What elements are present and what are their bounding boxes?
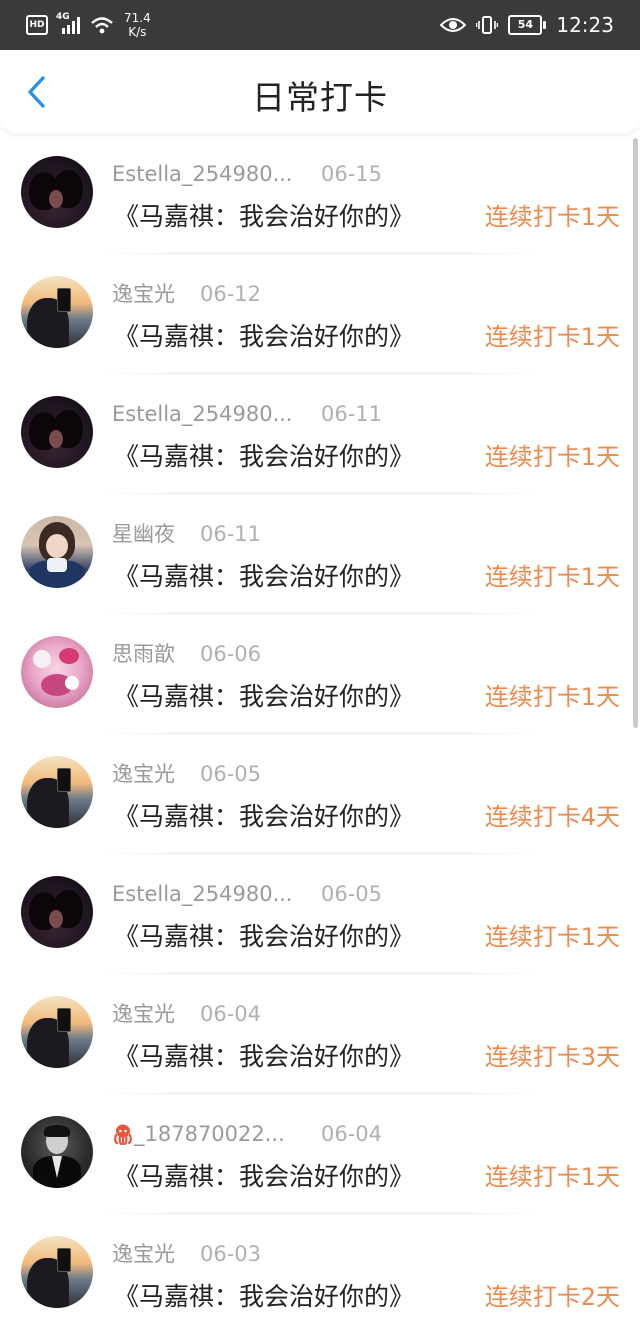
- username[interactable]: Estella_254980...: [112, 880, 293, 908]
- octopus-icon: [114, 1124, 132, 1145]
- book-title[interactable]: 《马嘉祺：我会治好你的》: [114, 1280, 414, 1314]
- checkin-list: Estella_254980... 06-15 《马嘉祺：我会治好你的》 连续打…: [0, 134, 640, 1334]
- username: _187870022...: [134, 1122, 285, 1146]
- network-speed-value: 71.4: [124, 11, 151, 25]
- username-with-emoji[interactable]: _187870022...: [112, 1120, 285, 1148]
- checkin-row[interactable]: 逸宝光 06-03 《马嘉祺：我会治好你的》 连续打卡2天: [0, 1214, 640, 1334]
- streak-label: 连续打卡2天: [484, 1283, 620, 1311]
- checkin-row[interactable]: 逸宝光 06-05 《马嘉祺：我会治好你的》 连续打卡4天: [0, 734, 640, 854]
- page-title: 日常打卡: [252, 78, 388, 117]
- checkin-date: 06-06: [200, 642, 262, 666]
- book-title[interactable]: 《马嘉祺：我会治好你的》: [114, 1040, 414, 1074]
- book-title[interactable]: 《马嘉祺：我会治好你的》: [114, 440, 414, 474]
- checkin-row[interactable]: Estella_254980... 06-11 《马嘉祺：我会治好你的》 连续打…: [0, 374, 640, 494]
- signal-icon: 4G: [56, 12, 82, 35]
- username[interactable]: Estella_254980...: [112, 400, 293, 428]
- checkin-date: 06-04: [321, 1122, 383, 1146]
- avatar[interactable]: [21, 1236, 93, 1308]
- book-title[interactable]: 《马嘉祺：我会治好你的》: [114, 1160, 414, 1194]
- streak-label: 连续打卡1天: [484, 443, 620, 471]
- top-nav-bar: 日常打卡: [0, 50, 640, 134]
- book-title[interactable]: 《马嘉祺：我会治好你的》: [114, 560, 414, 594]
- status-bar-left: HD 4G 71.4 K/s: [26, 10, 151, 40]
- book-title[interactable]: 《马嘉祺：我会治好你的》: [114, 920, 414, 954]
- streak-label: 连续打卡1天: [484, 1163, 620, 1191]
- network-speed: 71.4 K/s: [124, 11, 151, 39]
- streak-label: 连续打卡1天: [484, 683, 620, 711]
- status-bar: HD 4G 71.4 K/s 54 12:23: [0, 0, 640, 50]
- streak-label: 连续打卡1天: [484, 203, 620, 231]
- checkin-row[interactable]: 逸宝光 06-12 《马嘉祺：我会治好你的》 连续打卡1天: [0, 254, 640, 374]
- checkin-date: 06-05: [321, 882, 383, 906]
- checkin-date: 06-05: [200, 762, 262, 786]
- checkin-date: 06-04: [200, 1002, 262, 1026]
- username[interactable]: 逸宝光: [112, 760, 175, 788]
- username[interactable]: Estella_254980...: [112, 160, 293, 188]
- avatar[interactable]: [21, 156, 93, 228]
- avatar[interactable]: [21, 276, 93, 348]
- scrollbar[interactable]: [633, 138, 638, 728]
- streak-label: 连续打卡3天: [484, 1043, 620, 1071]
- checkin-date: 06-12: [200, 282, 262, 306]
- username[interactable]: 思雨歆: [112, 640, 175, 668]
- avatar[interactable]: [21, 876, 93, 948]
- checkin-date: 06-11: [200, 522, 262, 546]
- checkin-row[interactable]: _187870022... 06-04 《马嘉祺：我会治好你的》 连续打卡1天: [0, 1094, 640, 1214]
- network-gen-label: 4G: [56, 12, 70, 22]
- username[interactable]: 逸宝光: [112, 280, 175, 308]
- username[interactable]: 逸宝光: [112, 1240, 175, 1268]
- book-title[interactable]: 《马嘉祺：我会治好你的》: [114, 800, 414, 834]
- avatar[interactable]: [21, 636, 93, 708]
- checkin-row[interactable]: 逸宝光 06-04 《马嘉祺：我会治好你的》 连续打卡3天: [0, 974, 640, 1094]
- status-time: 12:23: [556, 13, 614, 37]
- network-speed-unit: K/s: [128, 25, 147, 39]
- book-title[interactable]: 《马嘉祺：我会治好你的》: [114, 200, 414, 234]
- username[interactable]: 星幽夜: [112, 520, 175, 548]
- username[interactable]: 逸宝光: [112, 1000, 175, 1028]
- streak-label: 连续打卡1天: [484, 563, 620, 591]
- checkin-date: 06-03: [200, 1242, 262, 1266]
- book-title[interactable]: 《马嘉祺：我会治好你的》: [114, 680, 414, 714]
- avatar[interactable]: [21, 516, 93, 588]
- avatar[interactable]: [21, 396, 93, 468]
- book-title[interactable]: 《马嘉祺：我会治好你的》: [114, 320, 414, 354]
- wifi-icon: [91, 17, 113, 34]
- streak-label: 连续打卡1天: [484, 323, 620, 351]
- checkin-row[interactable]: 思雨歆 06-06 《马嘉祺：我会治好你的》 连续打卡1天: [0, 614, 640, 734]
- checkin-date: 06-11: [321, 402, 383, 426]
- avatar[interactable]: [21, 996, 93, 1068]
- checkin-row[interactable]: 星幽夜 06-11 《马嘉祺：我会治好你的》 连续打卡1天: [0, 494, 640, 614]
- checkin-row[interactable]: Estella_254980... 06-05 《马嘉祺：我会治好你的》 连续打…: [0, 854, 640, 974]
- battery-indicator: 54: [508, 15, 547, 35]
- avatar[interactable]: [21, 756, 93, 828]
- streak-label: 连续打卡4天: [484, 803, 620, 831]
- avatar[interactable]: [21, 1116, 93, 1188]
- streak-label: 连续打卡1天: [484, 923, 620, 951]
- hd-badge: HD: [26, 15, 48, 35]
- checkin-date: 06-15: [321, 162, 383, 186]
- eye-icon: [440, 18, 467, 32]
- vibrate-icon: [476, 16, 499, 34]
- status-bar-right: 54 12:23: [440, 10, 614, 40]
- checkin-row[interactable]: Estella_254980... 06-15 《马嘉祺：我会治好你的》 连续打…: [0, 134, 640, 254]
